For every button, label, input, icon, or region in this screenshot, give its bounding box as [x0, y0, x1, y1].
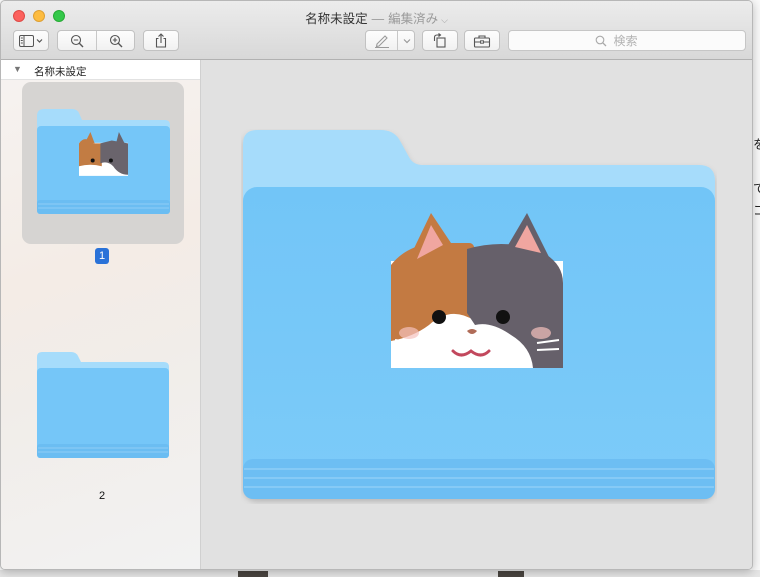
background-text: コ: [753, 204, 760, 219]
page-number-selected: 1: [95, 248, 109, 264]
document-group-header[interactable]: ▼ 名称未設定: [1, 60, 200, 80]
zoom-in-icon: [109, 34, 123, 47]
background-text: で: [753, 182, 760, 197]
search-input[interactable]: [611, 32, 660, 49]
sidebar-view-button[interactable]: [13, 30, 49, 51]
desktop-strip: [0, 570, 760, 577]
zoom-out-icon: [70, 34, 84, 47]
zoom-in-button[interactable]: [97, 31, 135, 50]
document-group-name: 名称未設定: [34, 66, 87, 78]
rotate-button[interactable]: [422, 30, 458, 51]
page-number: 2: [98, 490, 106, 502]
document-view[interactable]: [201, 60, 752, 569]
background-text: を: [753, 138, 760, 153]
desktop-strip: [498, 571, 524, 577]
search-field[interactable]: [508, 30, 746, 51]
markup-button[interactable]: [365, 30, 415, 51]
sidebar-toggle-icon: [19, 34, 43, 47]
page-thumbnail[interactable]: [35, 350, 171, 460]
desktop-strip: [238, 571, 268, 577]
markup-pen[interactable]: [366, 31, 397, 50]
toolbox-button[interactable]: [464, 30, 500, 51]
folder-base: [37, 444, 169, 458]
document-title: 名称未設定: [305, 12, 368, 26]
title-separator: —: [371, 12, 385, 26]
share-icon: [155, 33, 167, 48]
folder-cat-thumbnail: [37, 109, 170, 214]
edited-status: 編集済み: [388, 12, 439, 26]
zoom-control: [57, 30, 135, 51]
window-title[interactable]: 名称未設定 — 編集済み ⌵: [1, 8, 752, 27]
toolbox-icon: [473, 34, 491, 48]
thumbnail-sidebar: ▼ 名称未設定 1 2: [1, 60, 201, 569]
rotate-icon: [433, 33, 446, 48]
zoom-out-button[interactable]: [58, 31, 96, 50]
title-bar: 名称未設定 — 編集済み ⌵: [1, 1, 752, 60]
folder-base: [243, 459, 715, 499]
markup-menu-button[interactable]: [398, 31, 415, 50]
search-icon: [595, 35, 606, 46]
page-thumbnail-selected[interactable]: [22, 82, 184, 244]
preview-window: 名称未設定 — 編集済み ⌵ 検索 ▼ 名称未設定 1 2: [0, 0, 753, 570]
chevron-down-icon: [403, 38, 410, 43]
folder-image: [243, 130, 715, 499]
chevron-down-icon[interactable]: ⌵: [441, 15, 448, 25]
background-strip: [752, 0, 760, 577]
disclosure-triangle-icon[interactable]: ▼: [13, 64, 22, 74]
share-button[interactable]: [143, 30, 179, 51]
pen-icon: [374, 34, 389, 48]
